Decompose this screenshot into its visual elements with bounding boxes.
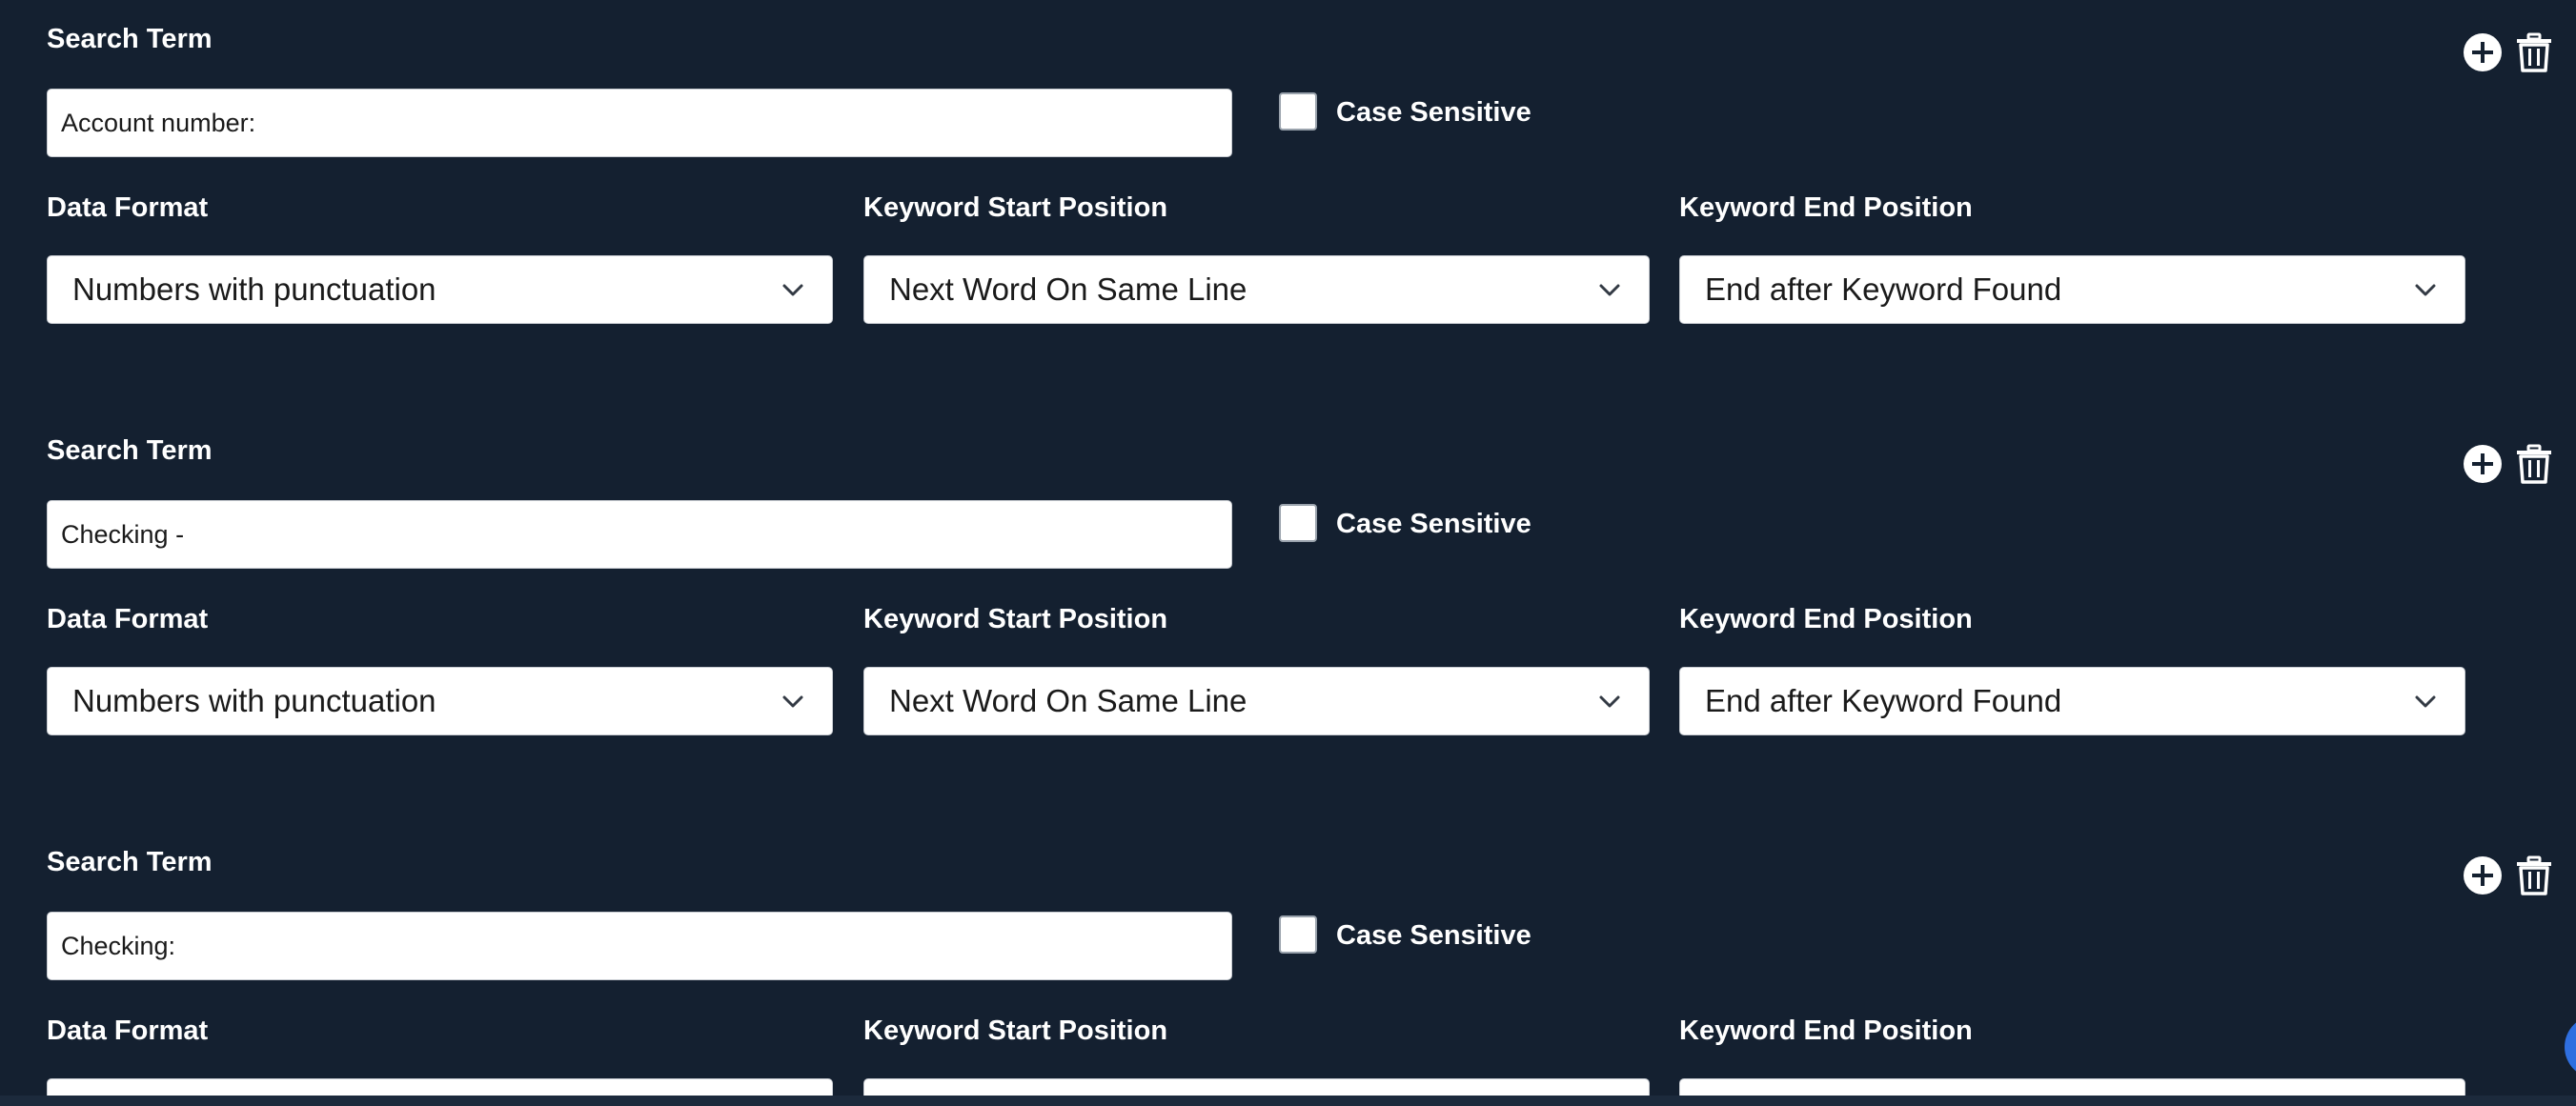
data-format-label: Data Format xyxy=(47,192,209,223)
trash-icon xyxy=(2517,444,2551,484)
keyword-start-position-value: Next Word On Same Line xyxy=(889,271,1247,307)
case-sensitive-checkbox[interactable] xyxy=(1279,915,1317,954)
keyword-start-position-select[interactable]: Next Word On Same Line xyxy=(863,255,1650,324)
keyword-start-position-select[interactable]: Next Word On Same Line xyxy=(863,667,1650,735)
delete-rule-button[interactable] xyxy=(2514,444,2554,484)
add-rule-button[interactable] xyxy=(2463,855,2503,895)
chevron-down-icon xyxy=(2415,695,2436,708)
case-sensitive-label: Case Sensitive xyxy=(1336,920,1531,951)
case-sensitive-label: Case Sensitive xyxy=(1336,509,1531,539)
data-format-select[interactable]: Numbers with punctuation xyxy=(47,667,833,735)
delete-rule-button[interactable] xyxy=(2514,32,2554,72)
delete-rule-button[interactable] xyxy=(2514,855,2554,895)
search-term-input[interactable] xyxy=(47,89,1232,157)
search-rule-block: Search Term Case Sensitive Data Format K… xyxy=(0,412,2576,823)
keyword-start-position-label: Keyword Start Position xyxy=(863,192,1168,223)
add-rule-button[interactable] xyxy=(2463,32,2503,72)
keyword-end-position-select[interactable]: End after Keyword Found xyxy=(1679,255,2465,324)
add-rule-button[interactable] xyxy=(2463,444,2503,484)
data-format-value: Numbers with punctuation xyxy=(72,271,436,307)
keyword-end-position-value: End after Keyword Found xyxy=(1705,683,2062,718)
search-rule-block: Search Term Case Sensitive Data Format K… xyxy=(0,0,2576,412)
search-term-input[interactable] xyxy=(47,912,1232,980)
keyword-end-position-value: End after Keyword Found xyxy=(1705,271,2062,307)
case-sensitive-checkbox[interactable] xyxy=(1279,504,1317,542)
chevron-down-icon xyxy=(782,284,803,296)
keyword-end-position-label: Keyword End Position xyxy=(1679,604,1973,634)
data-format-label: Data Format xyxy=(47,1016,209,1046)
keyword-end-position-label: Keyword End Position xyxy=(1679,192,1973,223)
search-term-label: Search Term xyxy=(47,435,213,466)
keyword-start-position-select[interactable] xyxy=(863,1078,1650,1096)
chevron-down-icon xyxy=(1599,284,1620,296)
chevron-down-icon xyxy=(1599,695,1620,708)
plus-circle-icon xyxy=(2464,445,2502,483)
keyword-end-position-select[interactable]: End after Keyword Found xyxy=(1679,667,2465,735)
keyword-start-position-value: Next Word On Same Line xyxy=(889,683,1247,718)
chevron-down-icon xyxy=(782,695,803,708)
search-term-label: Search Term xyxy=(47,24,213,54)
data-format-select[interactable]: Numbers with punctuation xyxy=(47,255,833,324)
data-format-value: Numbers with punctuation xyxy=(72,683,436,718)
keyword-start-position-label: Keyword Start Position xyxy=(863,1016,1168,1046)
keyword-start-position-label: Keyword Start Position xyxy=(863,604,1168,634)
case-sensitive-label: Case Sensitive xyxy=(1336,97,1531,128)
trash-icon xyxy=(2517,855,2551,895)
bottom-edge xyxy=(0,1096,2576,1106)
data-format-label: Data Format xyxy=(47,604,209,634)
plus-circle-icon xyxy=(2464,856,2502,895)
search-term-label: Search Term xyxy=(47,847,213,877)
keyword-end-position-label: Keyword End Position xyxy=(1679,1016,1973,1046)
trash-icon xyxy=(2517,32,2551,72)
keyword-end-position-select[interactable] xyxy=(1679,1078,2465,1096)
case-sensitive-checkbox[interactable] xyxy=(1279,92,1317,131)
plus-circle-icon xyxy=(2464,33,2502,71)
search-term-input[interactable] xyxy=(47,500,1232,569)
search-rule-block: Search Term Case Sensitive Data Format K… xyxy=(0,823,2576,1096)
chevron-down-icon xyxy=(2415,284,2436,296)
data-format-select[interactable] xyxy=(47,1078,833,1096)
